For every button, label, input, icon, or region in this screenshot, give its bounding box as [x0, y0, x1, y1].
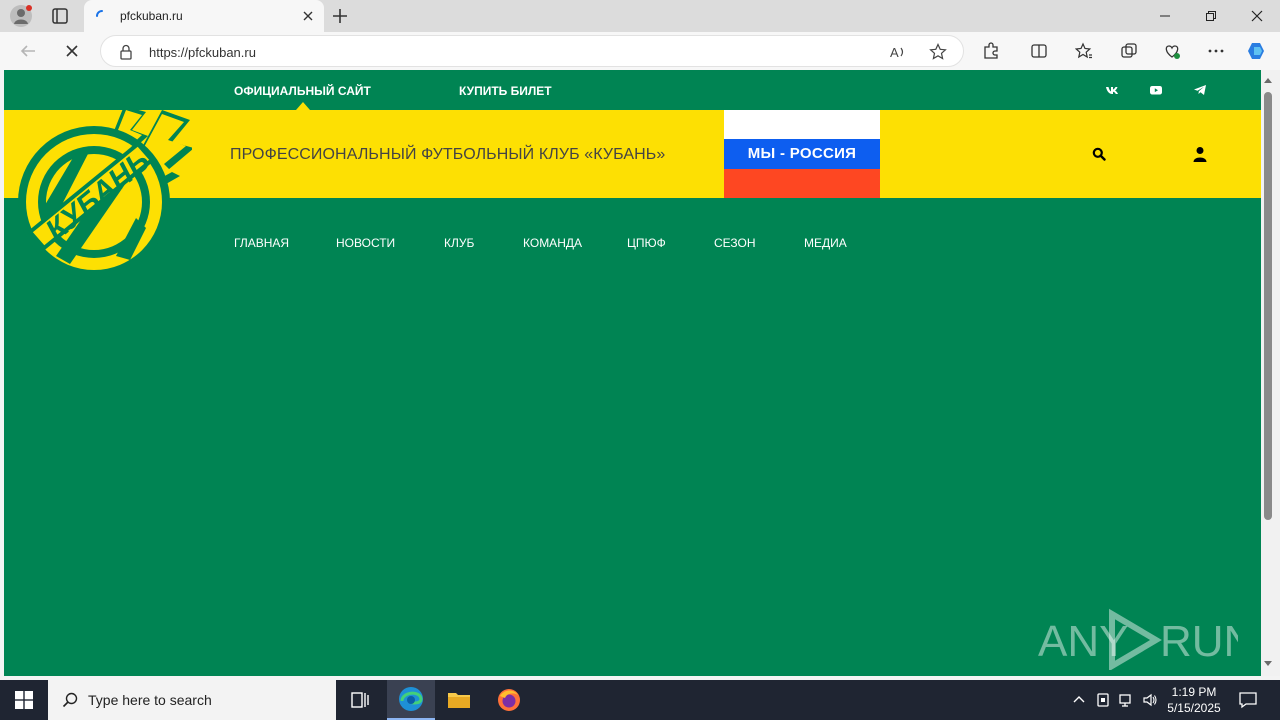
banner-text: МЫ - РОССИЯ	[747, 145, 857, 162]
russia-banner[interactable]: МЫ - РОССИЯ	[724, 110, 880, 198]
task-view-icon	[351, 692, 369, 708]
nav-item-team[interactable]: КОМАНДА	[523, 236, 582, 250]
back-arrow-icon	[20, 45, 35, 57]
active-indicator	[296, 102, 310, 110]
notifications-icon[interactable]	[1238, 690, 1258, 710]
nav-item-home[interactable]: ГЛАВНАЯ	[234, 236, 289, 250]
youtube-icon[interactable]	[1149, 83, 1163, 97]
nav-item-news[interactable]: НОВОСТИ	[336, 236, 395, 250]
url-text[interactable]: https://pfckuban.ru	[149, 45, 256, 60]
search-placeholder: Type here to search	[88, 692, 212, 708]
telegram-icon[interactable]	[1193, 83, 1207, 97]
firefox-icon	[498, 689, 520, 711]
scroll-up-icon[interactable]	[1263, 76, 1273, 84]
windows-logo-icon	[15, 691, 33, 709]
browser-essentials-icon[interactable]	[1163, 42, 1181, 60]
clock-date: 5/15/2025	[1167, 701, 1221, 715]
more-options-icon[interactable]	[1207, 42, 1225, 60]
page-scrollbar[interactable]	[1261, 70, 1280, 676]
folder-icon	[448, 693, 470, 708]
search-icon	[62, 692, 78, 708]
close-tab-icon[interactable]	[300, 8, 316, 24]
close-window-button[interactable]	[1234, 0, 1280, 32]
firefox-taskbar-app[interactable]	[485, 680, 533, 720]
watermark-right: RUN	[1160, 617, 1238, 666]
extensions-icon[interactable]	[982, 42, 1000, 60]
scroll-down-icon[interactable]	[1263, 660, 1273, 668]
lock-icon[interactable]	[119, 44, 133, 60]
anyrun-watermark: ANY RUN	[1038, 608, 1238, 670]
windows-taskbar: Type here to search 1:19 PM 5/15/2025	[0, 680, 1280, 720]
stop-loading-button[interactable]	[61, 41, 83, 61]
buy-ticket-link[interactable]: КУПИТЬ БИЛЕТ	[459, 84, 552, 98]
split-screen-icon[interactable]	[1030, 42, 1048, 60]
nav-item-media[interactable]: МЕДИА	[804, 236, 847, 250]
official-site-link[interactable]: ОФИЦИАЛЬНЫЙ САЙТ	[234, 84, 371, 98]
edge-icon	[399, 687, 423, 711]
taskbar-clock[interactable]: 1:19 PM 5/15/2025	[1164, 684, 1224, 716]
device-icon[interactable]	[1095, 692, 1111, 708]
copilot-icon[interactable]	[1246, 40, 1268, 62]
scroll-thumb[interactable]	[1264, 92, 1272, 520]
show-hidden-icons[interactable]	[1071, 692, 1087, 708]
restore-icon	[1206, 11, 1216, 21]
nav-item-academy[interactable]: ЦПЮФ	[627, 236, 666, 250]
search-icon[interactable]	[1092, 147, 1106, 161]
club-logo[interactable]: КУБАНЬ	[12, 106, 192, 278]
edge-taskbar-app[interactable]	[387, 680, 435, 720]
tab-actions-icon[interactable]	[50, 6, 70, 26]
restore-button[interactable]	[1188, 0, 1234, 32]
nav-item-season[interactable]: СЕЗОН	[714, 236, 756, 250]
tab-title: pfckuban.ru	[120, 9, 183, 23]
club-header-bar: ПРОФЕССИОНАЛЬНЫЙ ФУТБОЛЬНЫЙ КЛУБ «КУБАНЬ…	[4, 110, 1261, 198]
read-aloud-icon[interactable]: A	[889, 43, 907, 61]
minimize-icon	[1160, 15, 1170, 17]
collections-icon[interactable]	[1120, 42, 1138, 60]
clock-time: 1:19 PM	[1171, 685, 1217, 699]
profile-icon[interactable]	[10, 5, 32, 27]
loading-icon	[96, 10, 103, 17]
nav-item-club[interactable]: КЛУБ	[444, 236, 474, 250]
favorites-icon[interactable]	[1075, 42, 1093, 60]
network-icon[interactable]	[1118, 692, 1134, 708]
site-top-bar: ОФИЦИАЛЬНЫЙ САЙТ КУПИТЬ БИЛЕТ	[4, 70, 1261, 110]
volume-icon[interactable]	[1142, 692, 1158, 708]
start-button[interactable]	[0, 680, 48, 720]
back-button[interactable]	[17, 41, 39, 61]
vk-icon[interactable]	[1105, 83, 1119, 97]
favorite-star-icon[interactable]	[929, 43, 947, 61]
taskbar-search[interactable]: Type here to search	[48, 680, 336, 720]
browser-tab-bar: pfckuban.ru	[0, 0, 1280, 32]
user-icon[interactable]	[1192, 146, 1208, 162]
page-viewport: ОФИЦИАЛЬНЫЙ САЙТ КУПИТЬ БИЛЕТ ПРОФЕССИОН…	[4, 70, 1261, 676]
address-bar[interactable]: https://pfckuban.ru A	[100, 35, 964, 67]
club-name: ПРОФЕССИОНАЛЬНЫЙ ФУТБОЛЬНЫЙ КЛУБ «КУБАНЬ…	[230, 146, 666, 163]
svg-text:A: A	[890, 45, 899, 60]
close-icon	[1251, 10, 1263, 22]
stop-icon	[66, 45, 78, 57]
task-view-button[interactable]	[336, 680, 384, 720]
active-tab[interactable]: pfckuban.ru	[84, 0, 324, 32]
new-tab-icon[interactable]	[330, 6, 350, 26]
file-explorer-taskbar-app[interactable]	[435, 680, 483, 720]
browser-toolbar: https://pfckuban.ru A	[0, 32, 1280, 70]
minimize-button[interactable]	[1142, 0, 1188, 32]
